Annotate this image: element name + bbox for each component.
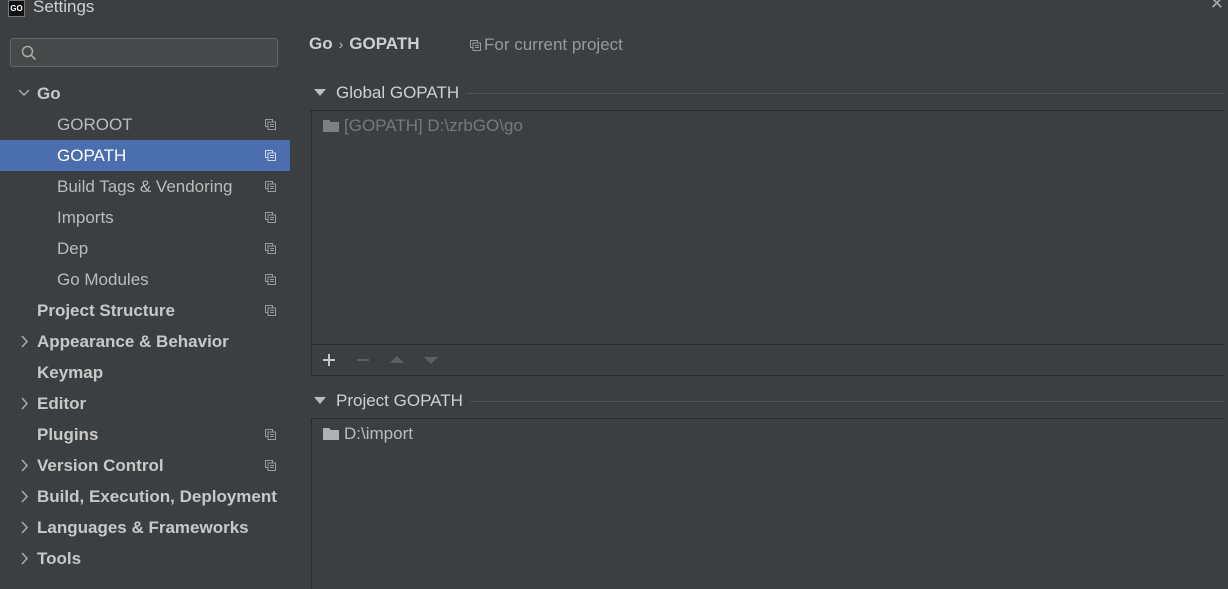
- title-bar: GO Settings ✕: [0, 0, 1228, 24]
- collapse-triangle-icon[interactable]: [314, 89, 326, 96]
- section-title: Global GOPATH: [336, 83, 460, 102]
- sidebar-item-label: Languages & Frameworks: [37, 518, 249, 537]
- project-scope-icon: [265, 212, 276, 223]
- project-scope-icon: [265, 274, 276, 285]
- list-item-text: D:\import: [344, 424, 413, 443]
- chevron-right-icon[interactable]: [17, 481, 31, 512]
- chevron-right-icon[interactable]: [17, 388, 31, 419]
- project-scope-icon: [265, 429, 276, 440]
- window-title: Settings: [33, 0, 95, 16]
- project-scope-icon: [265, 243, 276, 254]
- close-icon[interactable]: ✕: [1210, 0, 1224, 14]
- sidebar-item-label: Dep: [57, 239, 89, 258]
- project-scope-icon: [265, 181, 276, 192]
- sidebar-item-tools[interactable]: Tools: [0, 543, 290, 574]
- sidebar-item-go[interactable]: Go: [0, 78, 290, 109]
- remove-icon[interactable]: [353, 350, 373, 370]
- sidebar-item-label: Appearance & Behavior: [37, 332, 229, 351]
- global-gopath-toolbar: [312, 344, 1224, 375]
- sidebar-item-label: Version Control: [37, 456, 164, 475]
- sidebar-item-label: Tools: [37, 549, 82, 568]
- sidebar-item-label: Editor: [37, 394, 87, 413]
- project-scope-icon: [265, 119, 276, 130]
- sidebar-item-label: Go: [37, 84, 61, 103]
- sidebar-item-label: Imports: [57, 208, 114, 227]
- collapse-triangle-icon[interactable]: [314, 397, 326, 404]
- sidebar-item-goroot[interactable]: GOROOT: [0, 109, 290, 140]
- scope-note-text: For current project: [484, 35, 623, 54]
- sidebar-item-plugins[interactable]: Plugins: [0, 419, 290, 450]
- sidebar-item-label: Keymap: [37, 363, 104, 382]
- project-scope-icon: [265, 305, 276, 316]
- list-item-text: [GOPATH] D:\zrbGO\go: [344, 116, 523, 135]
- chevron-down-icon[interactable]: [17, 78, 31, 109]
- search-input[interactable]: [43, 42, 275, 65]
- section-title: Project GOPATH: [336, 391, 463, 410]
- project-scope-icon: [265, 460, 276, 471]
- sidebar-item-label: Build Tags & Vendoring: [57, 177, 233, 196]
- sidebar-item-project-structure[interactable]: Project Structure: [0, 295, 290, 326]
- sidebar-item-imports[interactable]: Imports: [0, 202, 290, 233]
- sidebar-item-appearance-behavior[interactable]: Appearance & Behavior: [0, 326, 290, 357]
- sidebar-item-label: Plugins: [37, 425, 99, 444]
- project-scope-icon: [470, 40, 481, 51]
- sidebar-item-build-tags[interactable]: Build Tags & Vendoring: [0, 171, 290, 202]
- sidebar-item-gopath[interactable]: GOPATH: [0, 140, 290, 171]
- project-scope-icon: [265, 150, 276, 161]
- project-gopath-header[interactable]: Project GOPATH: [314, 391, 463, 411]
- sidebar-item-editor[interactable]: Editor: [0, 388, 290, 419]
- chevron-right-icon[interactable]: [17, 450, 31, 481]
- global-gopath-header[interactable]: Global GOPATH: [314, 83, 459, 103]
- search-icon: [21, 45, 37, 61]
- app-logo: GO: [8, 0, 25, 17]
- breadcrumb-separator: ›: [338, 36, 344, 52]
- list-item[interactable]: [GOPATH] D:\zrbGO\go: [322, 115, 523, 137]
- move-down-icon[interactable]: [421, 350, 441, 370]
- chevron-right-icon[interactable]: [17, 326, 31, 357]
- sidebar-item-keymap[interactable]: Keymap: [0, 357, 290, 388]
- sidebar-item-label: Build, Execution, Deployment: [37, 487, 277, 506]
- add-icon[interactable]: [319, 350, 339, 370]
- sidebar-item-label: GOPATH: [57, 146, 127, 165]
- sidebar-item-label: Project Structure: [37, 301, 175, 320]
- sidebar-item-label: Go Modules: [57, 270, 149, 289]
- sidebar-item-build-execution-deployment[interactable]: Build, Execution, Deployment: [0, 481, 290, 512]
- move-up-icon[interactable]: [387, 350, 407, 370]
- sidebar-item-version-control[interactable]: Version Control: [0, 450, 290, 481]
- sidebar-item-dep[interactable]: Dep: [0, 233, 290, 264]
- project-gopath-list[interactable]: D:\import: [311, 418, 1225, 589]
- list-item[interactable]: D:\import: [322, 423, 413, 445]
- scope-note: For current project: [470, 35, 623, 55]
- folder-icon: [323, 428, 339, 440]
- breadcrumb-parent[interactable]: Go: [309, 34, 333, 53]
- settings-content: Go › GOPATH For current project Global GOP…: [290, 24, 1228, 589]
- chevron-right-icon[interactable]: [17, 543, 31, 574]
- sidebar-item-label: GOROOT: [57, 115, 133, 134]
- separator-line: [466, 93, 1225, 94]
- sidebar-item-languages-frameworks[interactable]: Languages & Frameworks: [0, 512, 290, 543]
- sidebar-item-go-modules[interactable]: Go Modules: [0, 264, 290, 295]
- settings-sidebar: Go GOROOT GOPATH Build Tags & Vendoring …: [0, 24, 290, 589]
- chevron-right-icon[interactable]: [17, 512, 31, 543]
- folder-icon: [323, 120, 339, 132]
- global-gopath-list[interactable]: [GOPATH] D:\zrbGO\go: [311, 110, 1225, 376]
- separator-line: [470, 401, 1225, 402]
- search-box[interactable]: [10, 38, 278, 67]
- breadcrumb-current: GOPATH: [349, 34, 420, 53]
- breadcrumb: Go › GOPATH: [309, 34, 419, 54]
